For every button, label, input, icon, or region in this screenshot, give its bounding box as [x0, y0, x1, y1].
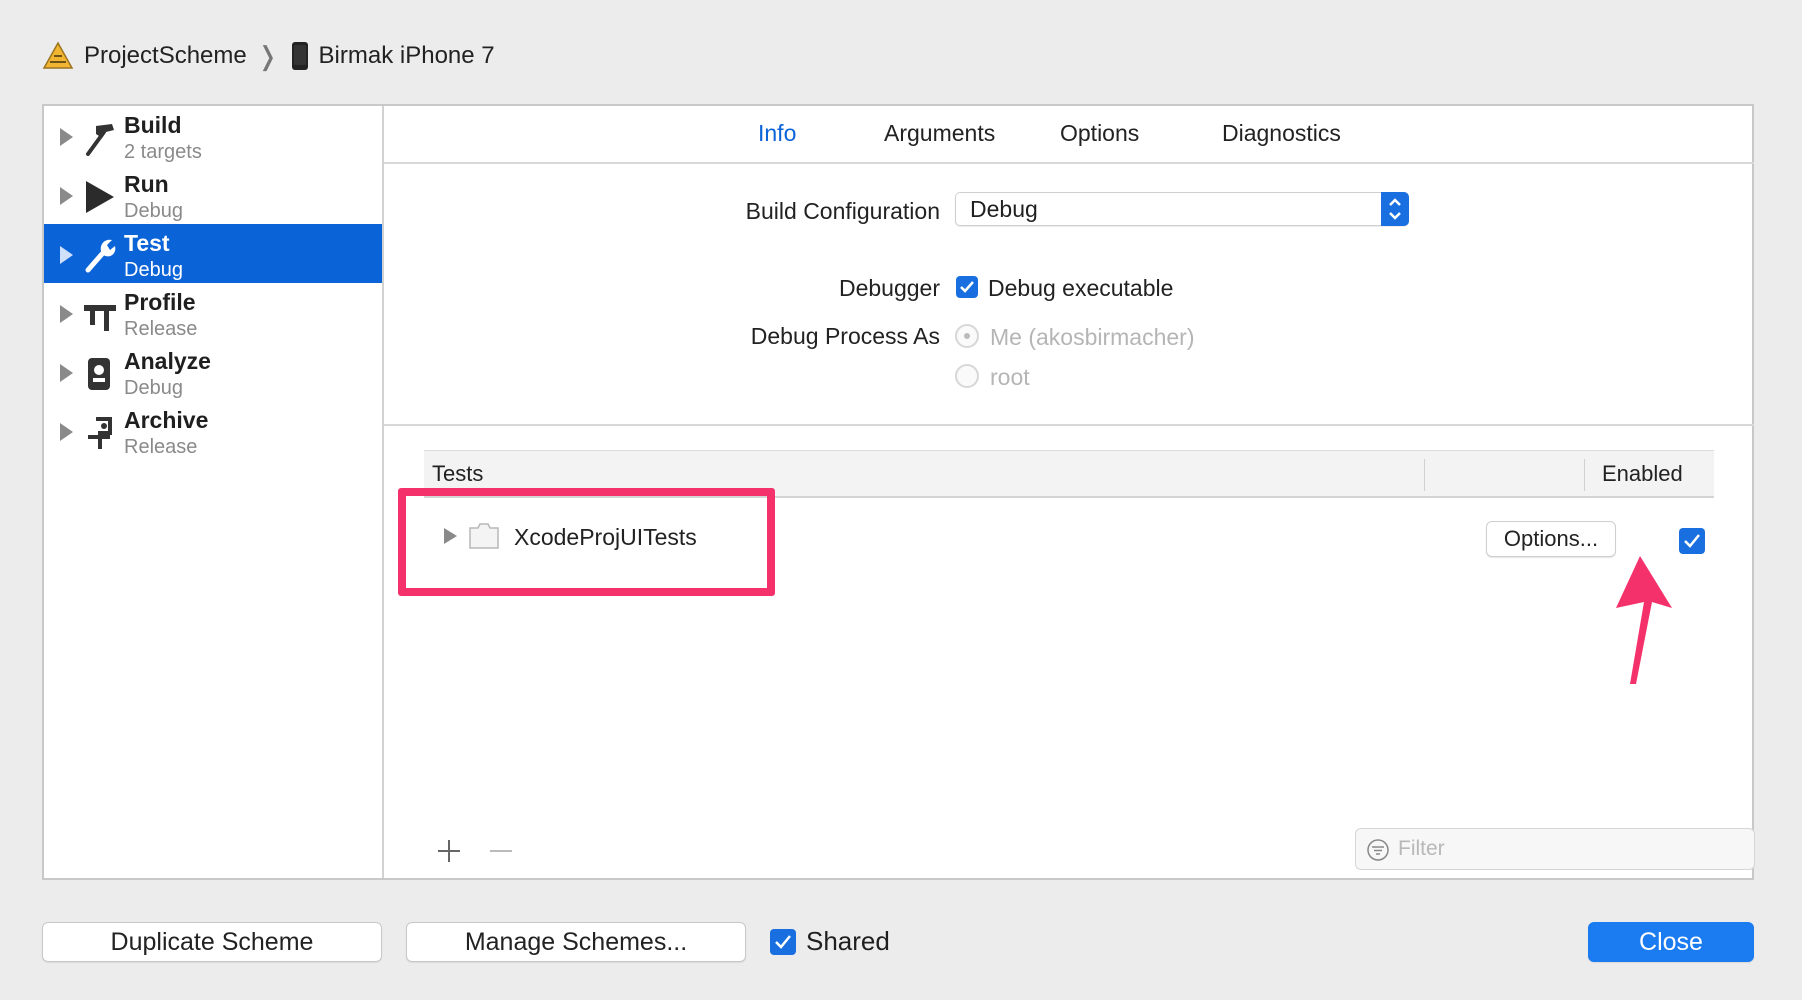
- disclosure-triangle-icon[interactable]: [60, 246, 73, 264]
- tab-arguments[interactable]: Arguments: [884, 120, 995, 147]
- sidebar-item-title: Build: [124, 112, 182, 138]
- device-name: Birmak iPhone 7: [318, 42, 495, 69]
- xcode-scheme-icon: [42, 41, 74, 69]
- test-enabled-checkbox[interactable]: [1679, 528, 1705, 554]
- sidebar-item-archive[interactable]: Archive Release: [44, 401, 382, 469]
- tab-options[interactable]: Options: [1060, 120, 1139, 147]
- section-divider: [384, 424, 1754, 426]
- tests-filter-field[interactable]: Filter: [1355, 828, 1755, 870]
- filter-placeholder: Filter: [1398, 837, 1445, 860]
- sidebar-item-subtitle: Debug: [124, 377, 183, 399]
- scheme-crumb[interactable]: ProjectScheme: [42, 40, 247, 72]
- sidebar-item-analyze[interactable]: Analyze Debug: [44, 342, 382, 410]
- duplicate-scheme-button[interactable]: Duplicate Scheme: [42, 922, 382, 962]
- sidebar-item-title: Profile: [124, 289, 196, 315]
- sidebar-item-profile[interactable]: Profile Release: [44, 283, 382, 351]
- sidebar-item-title: Analyze: [124, 348, 211, 374]
- add-icon[interactable]: [436, 838, 462, 864]
- sidebar-item-subtitle: Debug: [124, 200, 183, 222]
- sidebar-item-subtitle: Debug: [124, 259, 183, 281]
- shared-checkbox[interactable]: [770, 929, 796, 955]
- tab-bar: Info Arguments Options Diagnostics: [384, 106, 1754, 164]
- sidebar-item-test[interactable]: Test Debug: [44, 224, 382, 283]
- sidebar-item-title: Archive: [124, 407, 209, 433]
- shared-label: Shared: [806, 926, 890, 956]
- disclosure-triangle-icon[interactable]: [60, 305, 73, 323]
- sidebar-item-subtitle: Release: [124, 436, 198, 458]
- disclosure-triangle-icon[interactable]: [60, 187, 73, 205]
- chevron-right-icon: ❭: [256, 40, 279, 71]
- debug-process-root-radio[interactable]: [955, 364, 979, 388]
- debug-executable-checkbox[interactable]: [956, 276, 978, 298]
- scheme-action-sidebar: Build 2 targets Run Debug Test Debug Pro…: [44, 106, 384, 878]
- disclosure-triangle-icon[interactable]: [60, 128, 73, 146]
- disclosure-triangle-icon[interactable]: [60, 364, 73, 382]
- sidebar-item-subtitle: 2 targets: [124, 141, 202, 163]
- manage-schemes-button[interactable]: Manage Schemes...: [406, 922, 746, 962]
- test-options-button[interactable]: Options...: [1486, 521, 1616, 557]
- sidebar-item-subtitle: Release: [124, 318, 198, 340]
- tab-info[interactable]: Info: [758, 120, 796, 147]
- remove-icon[interactable]: [488, 838, 514, 864]
- tests-column-header[interactable]: Tests: [432, 461, 483, 487]
- sidebar-item-run[interactable]: Run Debug: [44, 165, 382, 233]
- hammer-icon: [86, 124, 114, 156]
- build-configuration-select[interactable]: Debug: [955, 192, 1409, 226]
- popup-stepper-icon: [1381, 192, 1409, 226]
- debug-process-me-radio[interactable]: [955, 324, 979, 348]
- archive-icon: [88, 417, 112, 449]
- sidebar-item-title: Test: [124, 230, 170, 256]
- debug-executable-label: Debug executable: [988, 275, 1174, 301]
- annotation-highlight-box: [398, 488, 775, 596]
- scheme-editor-panel: Build 2 targets Run Debug Test Debug Pro…: [42, 104, 1755, 880]
- caliper-icon: [84, 305, 116, 331]
- disclosure-triangle-icon[interactable]: [60, 423, 73, 441]
- checkmark-icon: [960, 281, 974, 293]
- sidebar-item-build[interactable]: Build 2 targets: [44, 106, 382, 174]
- tab-diagnostics[interactable]: Diagnostics: [1222, 120, 1341, 147]
- sidebar-item-title: Run: [124, 171, 169, 197]
- column-separator: [1424, 459, 1425, 491]
- iphone-icon: [291, 42, 308, 70]
- breadcrumb: ProjectScheme ❭ Birmak iPhone 7: [42, 36, 495, 76]
- filter-icon: [1367, 839, 1389, 861]
- close-button[interactable]: Close: [1588, 922, 1754, 962]
- enabled-column-header[interactable]: Enabled: [1602, 461, 1683, 487]
- debug-process-root-label: root: [990, 364, 1030, 390]
- debugger-label: Debugger: [838, 275, 940, 301]
- checkmark-icon: [1684, 534, 1700, 548]
- column-separator: [1584, 459, 1585, 491]
- debug-process-me-label: Me (akosbirmacher): [990, 324, 1195, 350]
- build-configuration-value: Debug: [970, 196, 1038, 222]
- scheme-name: ProjectScheme: [84, 42, 247, 69]
- wrench-icon: [85, 239, 116, 273]
- device-crumb[interactable]: Birmak iPhone 7: [291, 41, 495, 71]
- analyze-icon: [88, 358, 110, 390]
- play-icon: [86, 181, 114, 213]
- annotation-arrow-icon: [1616, 556, 1672, 684]
- debug-process-as-label: Debug Process As: [750, 323, 940, 349]
- build-configuration-label: Build Configuration: [745, 198, 940, 224]
- checkmark-icon: [775, 935, 791, 949]
